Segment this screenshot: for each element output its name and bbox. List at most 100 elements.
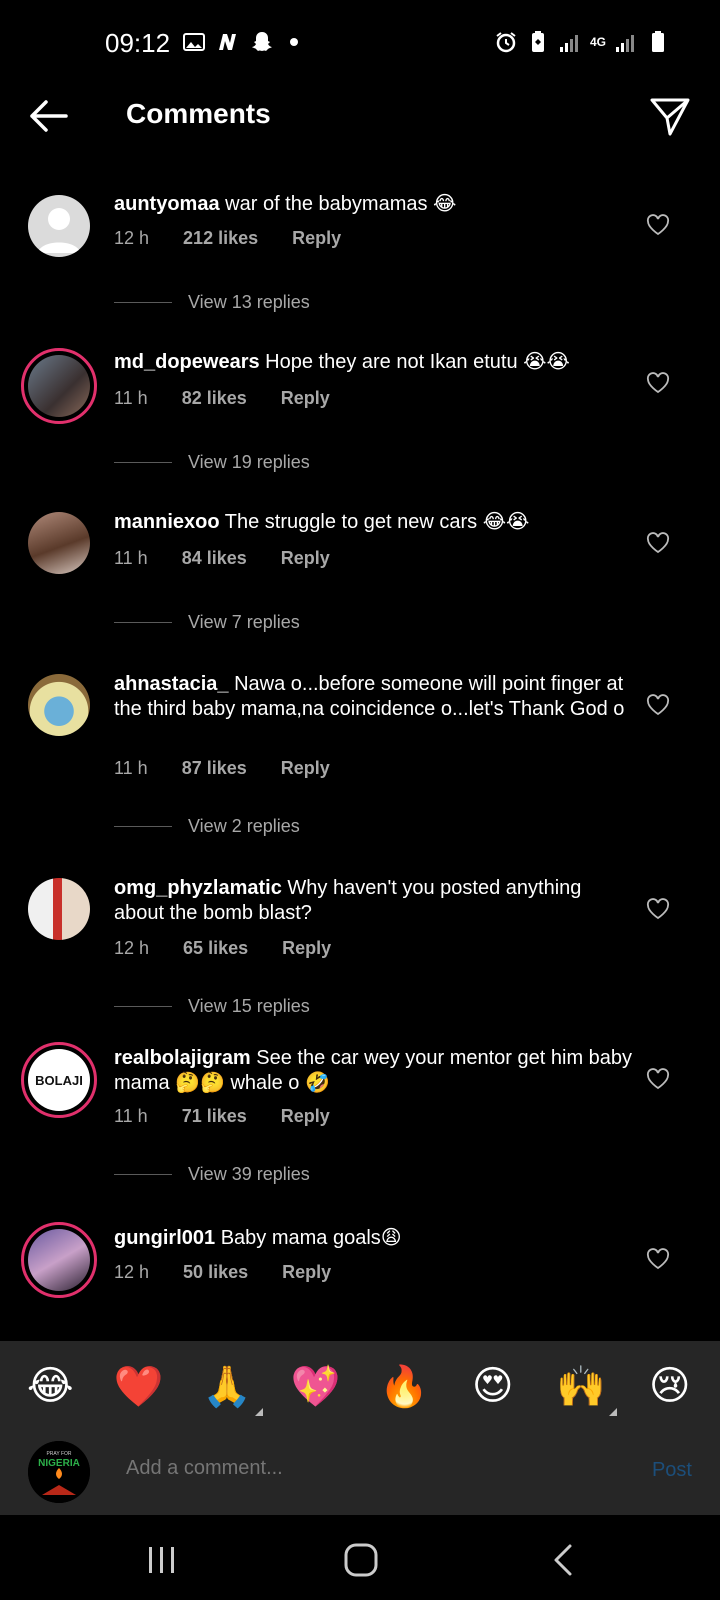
comment-likes[interactable]: 71 likes [182, 1106, 247, 1127]
emoji-button[interactable]: 😍 [463, 1363, 523, 1409]
comment-body: Hope they are not Ikan etutu 😭😭 [265, 351, 570, 373]
reply-button[interactable]: Reply [281, 1106, 330, 1127]
comment-time: 12 h [114, 938, 150, 958]
emoji-button[interactable]: 😢 [640, 1363, 700, 1409]
view-replies-label: View 39 replies [188, 1164, 310, 1184]
avatar: BOLAJI [28, 1049, 90, 1111]
avatar[interactable] [28, 674, 90, 736]
comment-username[interactable]: ahnastacia_ [114, 673, 229, 695]
battery-icon [652, 31, 664, 52]
recent-apps-icon[interactable] [142, 1543, 182, 1577]
replies-divider [114, 622, 172, 623]
avatar-logo-text: BOLAJI [35, 1072, 83, 1088]
avatar-story-ring[interactable] [21, 1222, 97, 1298]
notification-icons [182, 30, 298, 54]
skin-tone-indicator [609, 1407, 618, 1416]
avatar [28, 1229, 90, 1291]
signal-icon-2 [616, 35, 634, 52]
comment-likes[interactable]: 84 likes [182, 548, 247, 569]
replies-divider [114, 826, 172, 827]
view-replies-label: View 7 replies [188, 612, 300, 632]
avatar[interactable] [28, 878, 90, 940]
emoji-button[interactable]: 🙌 [551, 1363, 618, 1416]
comment-likes[interactable]: 87 likes [182, 758, 247, 779]
avatar[interactable] [28, 512, 90, 574]
back-arrow-icon[interactable] [26, 94, 70, 138]
reply-button[interactable]: Reply [282, 938, 331, 959]
avatar-story-ring[interactable] [21, 348, 97, 424]
like-heart-icon[interactable] [646, 1248, 670, 1270]
emoji-glyph: 🙌 [556, 1364, 607, 1409]
replies-divider [114, 302, 172, 303]
comment-time: 11 h [114, 548, 148, 568]
emoji-button[interactable]: 🔥 [374, 1363, 434, 1410]
alarm-icon [496, 32, 516, 53]
back-nav-icon[interactable] [546, 1543, 586, 1577]
comment-likes[interactable]: 50 likes [183, 1262, 248, 1283]
comment-meta: 12 h 212 likes Reply [114, 228, 375, 249]
view-replies-label: View 13 replies [188, 292, 310, 312]
comment-text: omg_phyzlamatic Why haven't you posted a… [114, 876, 634, 926]
reply-button[interactable]: Reply [282, 1262, 331, 1283]
reply-button[interactable]: Reply [281, 548, 330, 569]
comment-meta: 12 h 65 likes Reply [114, 938, 365, 959]
comment-body: The struggle to get new cars 😂😭 [224, 511, 530, 533]
page-title: Comments [126, 98, 271, 129]
direct-message-icon[interactable] [648, 94, 692, 138]
view-replies-link[interactable]: View 15 replies [114, 996, 310, 1017]
view-replies-link[interactable]: View 13 replies [114, 292, 310, 313]
avatar[interactable] [28, 195, 90, 257]
like-heart-icon[interactable] [646, 694, 670, 716]
header: Comments [0, 88, 720, 144]
comment-time: 11 h [114, 388, 148, 408]
reply-button[interactable]: Reply [281, 758, 330, 779]
home-icon[interactable] [342, 1543, 382, 1577]
like-heart-icon[interactable] [646, 898, 670, 920]
reply-button[interactable]: Reply [292, 228, 341, 249]
like-heart-icon[interactable] [646, 372, 670, 394]
comment-username[interactable]: gungirl001 [114, 1227, 215, 1249]
emoji-button[interactable]: 💖 [286, 1363, 346, 1410]
news-app-icon [219, 34, 236, 50]
emoji-button[interactable]: 😂 [20, 1363, 80, 1409]
comment-username[interactable]: manniexoo [114, 511, 220, 533]
replies-divider [114, 1174, 172, 1175]
post-button[interactable]: Post [652, 1459, 692, 1482]
comment-time: 11 h [114, 758, 148, 778]
gallery-icon [183, 33, 205, 51]
comment-likes[interactable]: 82 likes [182, 388, 247, 409]
comment-username[interactable]: auntyomaa [114, 193, 220, 215]
comment-meta: 11 h 71 likes Reply [114, 1106, 364, 1127]
comment-time: 12 h [114, 1262, 150, 1282]
avatar-story-ring[interactable]: BOLAJI [21, 1042, 97, 1118]
comment-input[interactable] [126, 1457, 586, 1480]
emoji-button[interactable]: 🙏 [197, 1363, 264, 1416]
network-type: 4G [589, 35, 606, 49]
skin-tone-indicator [255, 1407, 264, 1416]
comment-text: ahnastacia_ Nawa o...before someone will… [114, 672, 634, 722]
replies-divider [114, 1006, 172, 1007]
avatar-caption-main: NIGERIA [38, 1458, 80, 1469]
comment-meta: 11 h 84 likes Reply [114, 548, 364, 569]
comment-username[interactable]: md_dopewears [114, 351, 260, 373]
comment-meta: 12 h 50 likes Reply [114, 1262, 365, 1283]
reply-button[interactable]: Reply [281, 388, 330, 409]
comment-body: Baby mama goals😩 [220, 1227, 402, 1249]
comment-username[interactable]: omg_phyzlamatic [114, 877, 282, 899]
view-replies-link[interactable]: View 19 replies [114, 452, 310, 473]
like-heart-icon[interactable] [646, 532, 670, 554]
comment-time: 12 h [114, 228, 150, 248]
comment-likes[interactable]: 212 likes [183, 228, 258, 249]
like-heart-icon[interactable] [646, 214, 670, 236]
emoji-bar: 😂 ❤️ 🙏 💖 🔥 😍 🙌 😢 [0, 1341, 720, 1431]
comment-meta: 11 h 82 likes Reply [114, 388, 364, 409]
comment-username[interactable]: realbolajigram [114, 1047, 251, 1069]
emoji-button[interactable]: ❤️ [109, 1363, 169, 1410]
view-replies-link[interactable]: View 7 replies [114, 612, 300, 633]
view-replies-link[interactable]: View 2 replies [114, 816, 300, 837]
comment-likes[interactable]: 65 likes [183, 938, 248, 959]
comment-text: manniexoo The struggle to get new cars 😂… [114, 510, 634, 535]
replies-divider [114, 462, 172, 463]
view-replies-link[interactable]: View 39 replies [114, 1164, 310, 1185]
like-heart-icon[interactable] [646, 1068, 670, 1090]
